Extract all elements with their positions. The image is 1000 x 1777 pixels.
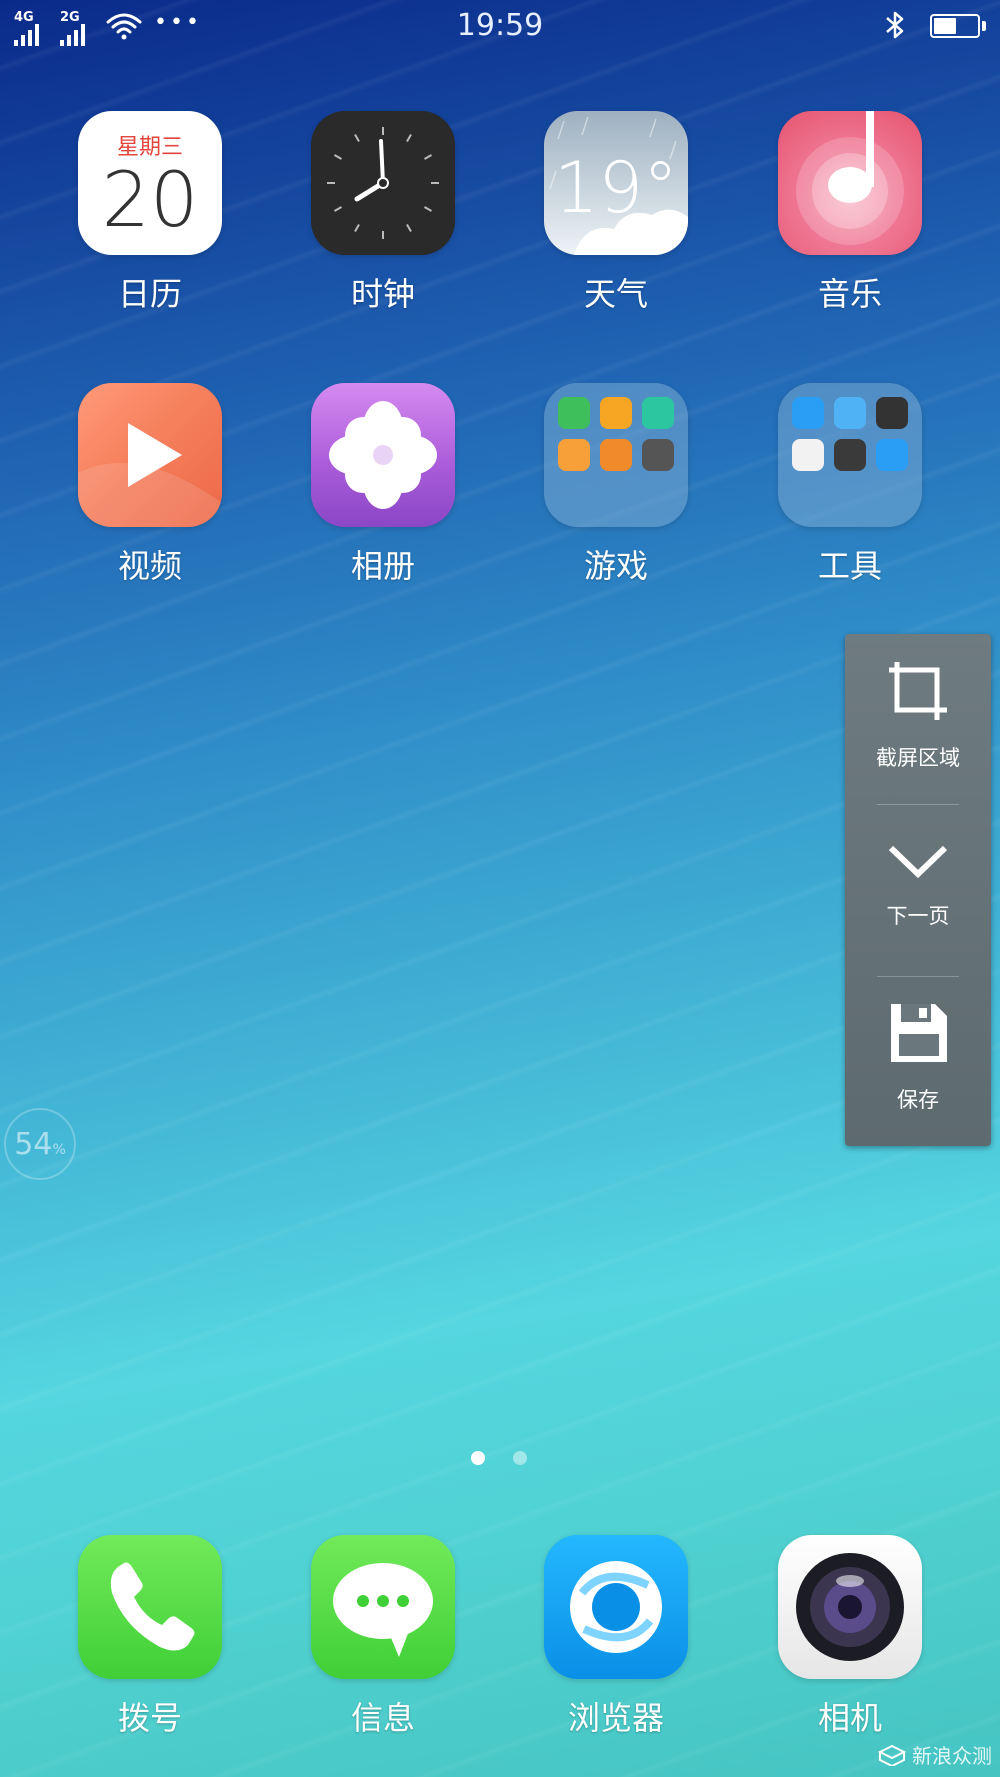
security-icon — [642, 397, 674, 429]
app-calendar[interactable]: 星期三 20 日历 — [50, 111, 250, 315]
camera-icon — [778, 1535, 922, 1679]
backup-icon — [876, 439, 908, 471]
dock-browser[interactable]: 浏览器 — [516, 1535, 716, 1739]
bluetooth-icon — [886, 11, 904, 39]
memory-value: 54 — [14, 1127, 53, 1162]
phone-icon — [78, 1535, 222, 1679]
calendar-icon: 星期三 20 — [78, 111, 222, 255]
folder-icon — [544, 383, 688, 527]
reader-icon — [558, 439, 590, 471]
settings-icon — [642, 439, 674, 471]
page-indicator-2[interactable] — [513, 1451, 527, 1465]
recorder-icon — [876, 397, 908, 429]
app-weather[interactable]: 19° 天气 — [516, 111, 716, 315]
dock-messages[interactable]: 信息 — [283, 1535, 483, 1739]
crop-area-label: 截屏区域 — [876, 746, 960, 770]
folder-games[interactable]: 游戏 — [516, 383, 716, 587]
save-icon — [891, 1004, 947, 1062]
crop-area-button[interactable]: 截屏区域 — [845, 634, 991, 794]
video-icon — [78, 383, 222, 527]
photos-icon — [311, 383, 455, 527]
save-label: 保存 — [897, 1088, 939, 1112]
calculator-icon — [792, 439, 824, 471]
status-time: 19:59 — [456, 8, 544, 43]
app-clock[interactable]: 时钟 — [283, 111, 483, 315]
calendar-day: 20 — [101, 155, 199, 244]
folder-tools[interactable]: 工具 — [750, 383, 950, 587]
memory-unit: % — [52, 1142, 66, 1158]
app-label: 天气 — [583, 275, 648, 313]
app-label: 拨号 — [117, 1699, 182, 1737]
app-label: 时钟 — [350, 275, 415, 313]
save-button[interactable]: 保存 — [845, 976, 991, 1136]
app-label: 工具 — [817, 547, 882, 585]
watermark-text: 新浪众测 — [912, 1744, 992, 1768]
app-music[interactable]: 音乐 — [750, 111, 950, 315]
app-label: 音乐 — [817, 275, 882, 313]
weather-temperature: 19° — [553, 147, 679, 229]
folder-icon — [778, 383, 922, 527]
app-store-icon — [558, 397, 590, 429]
app-label: 相册 — [350, 547, 415, 585]
next-page-button[interactable]: 下一页 — [845, 804, 991, 964]
music-icon — [778, 111, 922, 255]
compass-icon — [834, 439, 866, 471]
weather-icon: 19° — [544, 111, 688, 255]
theme-icon — [600, 439, 632, 471]
status-bar: 4G 2G ••• 19:59 — [0, 0, 1000, 52]
game-center-icon — [600, 397, 632, 429]
battery-fill — [934, 18, 956, 34]
battery-icon — [930, 14, 986, 38]
page-indicator-1[interactable] — [471, 1451, 485, 1465]
next-page-label: 下一页 — [886, 904, 950, 928]
app-video[interactable]: 视频 — [50, 383, 250, 587]
app-label: 日历 — [117, 275, 182, 313]
memory-cleaner-bubble[interactable]: 54% — [4, 1108, 76, 1180]
dock-phone[interactable]: 拨号 — [50, 1535, 250, 1739]
browser-icon — [544, 1535, 688, 1679]
chevron-down-icon — [888, 845, 948, 879]
watermark: 新浪众测 — [878, 1740, 992, 1769]
app-label: 视频 — [117, 547, 182, 585]
dock-camera[interactable]: 相机 — [750, 1535, 950, 1739]
mail-icon — [834, 397, 866, 429]
crop-icon — [889, 662, 947, 720]
watermark-logo-icon — [878, 1744, 906, 1766]
app-photos[interactable]: 相册 — [283, 383, 483, 587]
screenshot-panel: 截屏区域 下一页 保存 — [845, 634, 991, 1146]
message-icon — [311, 1535, 455, 1679]
clock-icon — [311, 111, 455, 255]
app-label: 相机 — [817, 1699, 882, 1737]
app-label: 游戏 — [583, 547, 648, 585]
app-label: 信息 — [350, 1699, 415, 1737]
app-label: 浏览器 — [567, 1699, 664, 1737]
contacts-icon — [792, 397, 824, 429]
